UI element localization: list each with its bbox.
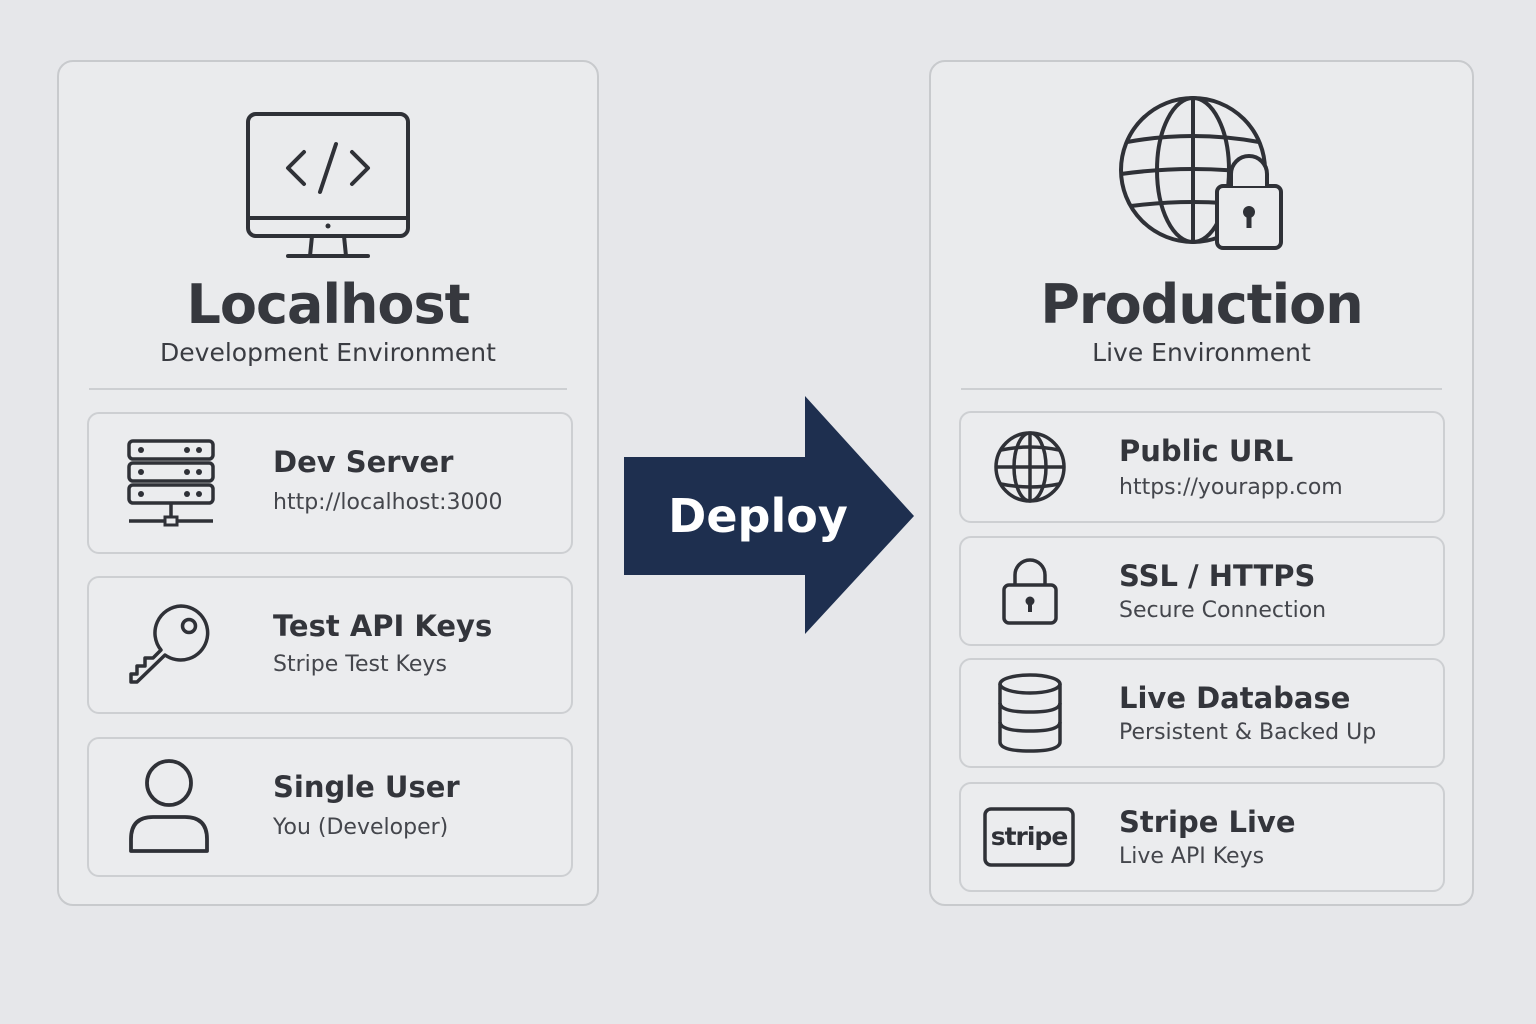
- live-database-subtitle: Persistent & Backed Up: [1119, 720, 1377, 745]
- database-icon: [998, 673, 1062, 753]
- deploy-label: Deploy: [668, 489, 848, 543]
- localhost-title: Localhost: [186, 273, 471, 336]
- localhost-panel: Localhost Development Environment Dev Se…: [57, 60, 599, 906]
- production-subtitle: Live Environment: [1092, 338, 1311, 367]
- ssl-https-card: SSL / HTTPS Secure Connection: [959, 536, 1445, 646]
- production-divider: [961, 388, 1442, 390]
- globe-icon: [994, 431, 1066, 503]
- stripe-live-subtitle: Live API Keys: [1119, 844, 1265, 869]
- server-icon: [127, 439, 215, 527]
- live-database-title: Live Database: [1119, 681, 1351, 715]
- key-icon: [129, 604, 210, 684]
- stripe-logo-icon: stripe: [983, 807, 1075, 867]
- stripe-live-card: stripe Stripe Live Live API Keys: [959, 782, 1445, 892]
- public-url-value: https://yourapp.com: [1119, 475, 1343, 500]
- test-api-keys-title: Test API Keys: [273, 609, 493, 643]
- ssl-https-subtitle: Secure Connection: [1119, 598, 1327, 623]
- live-database-card: Live Database Persistent & Backed Up: [959, 658, 1445, 768]
- user-icon: [129, 759, 209, 853]
- production-panel: Production Live Environment Public URL h…: [929, 60, 1474, 906]
- production-title: Production: [1040, 273, 1363, 336]
- stripe-live-title: Stripe Live: [1119, 805, 1296, 839]
- single-user-title: Single User: [273, 770, 460, 804]
- monitor-code-icon: [246, 112, 410, 258]
- public-url-title: Public URL: [1119, 434, 1294, 468]
- dev-server-url: http://localhost:3000: [273, 490, 503, 515]
- dev-server-card: Dev Server http://localhost:3000: [87, 412, 573, 554]
- localhost-subtitle: Development Environment: [160, 338, 496, 367]
- public-url-card: Public URL https://yourapp.com: [959, 411, 1445, 523]
- ssl-https-title: SSL / HTTPS: [1119, 559, 1316, 593]
- single-user-subtitle: You (Developer): [273, 815, 449, 840]
- test-api-keys-card: Test API Keys Stripe Test Keys: [87, 576, 573, 714]
- dev-server-title: Dev Server: [273, 445, 454, 479]
- svg-text:stripe: stripe: [991, 822, 1068, 851]
- localhost-divider: [89, 388, 567, 390]
- test-api-keys-subtitle: Stripe Test Keys: [273, 652, 447, 677]
- globe-lock-icon: [1118, 96, 1283, 250]
- single-user-card: Single User You (Developer): [87, 737, 573, 877]
- lock-icon: [1002, 558, 1058, 625]
